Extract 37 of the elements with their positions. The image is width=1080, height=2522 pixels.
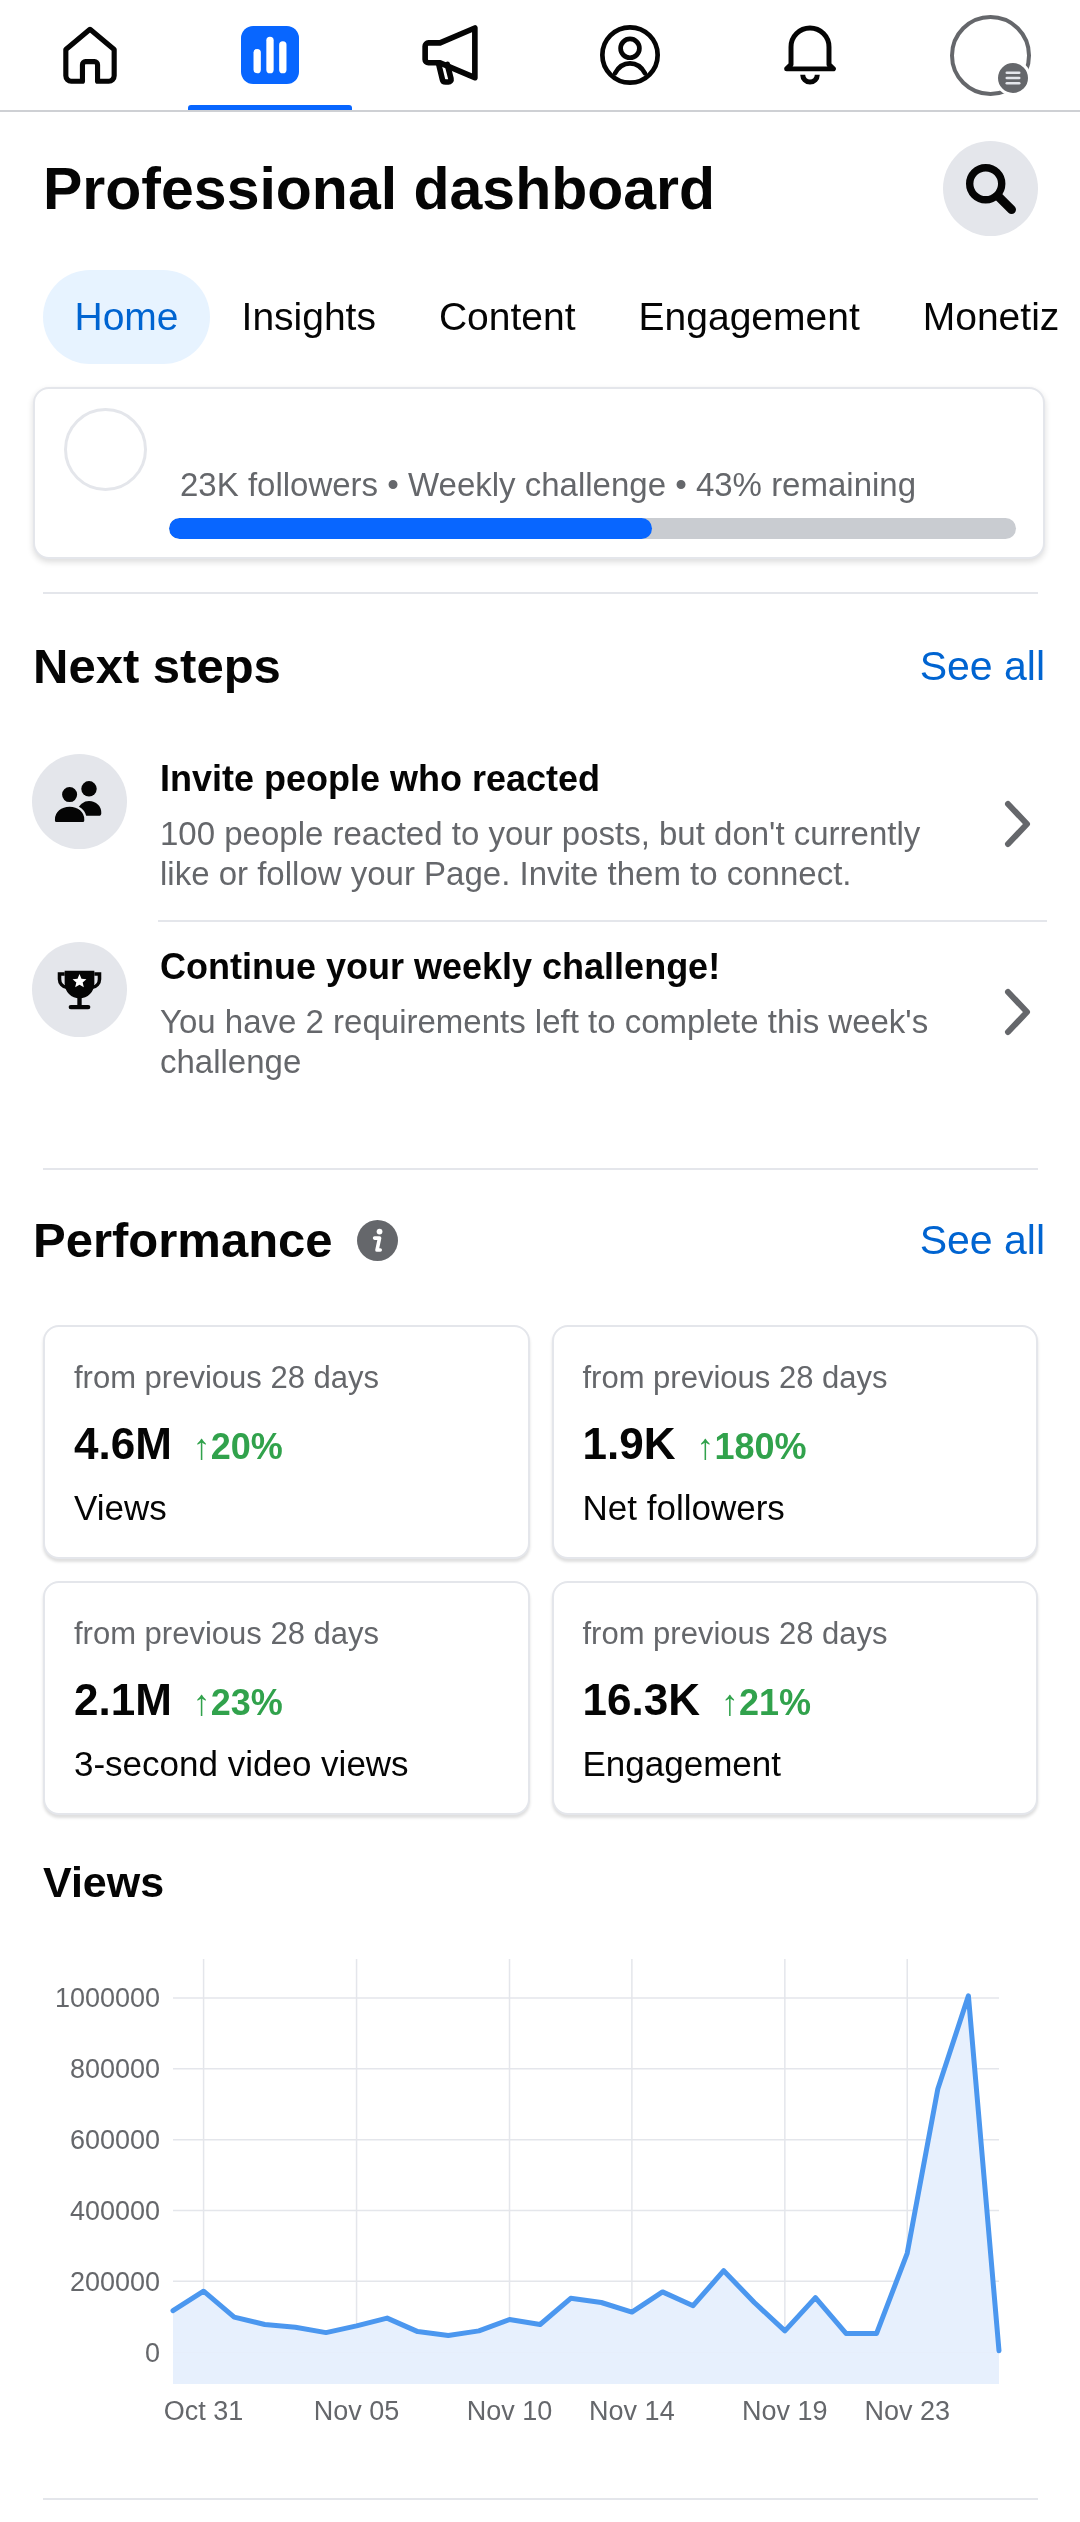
metric-value: 1.9K xyxy=(582,1418,676,1470)
step-title: Invite people who reacted xyxy=(160,757,602,801)
chart-title: Views xyxy=(43,1857,165,1907)
page-title: Professional dashboard xyxy=(43,154,716,224)
x-axis-label: Nov 14 xyxy=(589,2396,675,2426)
section-title: Next steps xyxy=(33,638,281,695)
metric-change: ↑21% xyxy=(720,1681,811,1725)
metric-label: Views xyxy=(74,1487,168,1529)
y-axis-label: 800000 xyxy=(69,2054,160,2085)
comparison-period: from previous 28 days xyxy=(74,1616,380,1652)
x-axis-label: Oct 31 xyxy=(163,2396,244,2426)
y-axis-label: 0 xyxy=(144,2337,160,2368)
section-title: Performance xyxy=(33,1212,333,1269)
x-axis-label: Nov 05 xyxy=(313,2396,400,2426)
comparison-period: from previous 28 days xyxy=(582,1360,889,1396)
comparison-period: from previous 28 days xyxy=(74,1360,380,1396)
comparison-period: from previous 28 days xyxy=(582,1616,889,1652)
x-axis-label: Nov 10 xyxy=(466,2396,553,2426)
step-description: You have 2 requirements left to complete this week's challenge xyxy=(160,1002,930,1082)
y-axis-label: 600000 xyxy=(69,2125,160,2156)
x-axis-label: Nov 23 xyxy=(864,2396,950,2426)
metric-value: 4.6M xyxy=(74,1418,172,1470)
metric-label: Net followers xyxy=(582,1487,786,1529)
step-description: 100 people reacted to your posts, but don't currently like or follow your Page. Invite them to connect. xyxy=(160,814,922,894)
follower-summary: 23K followers • Weekly challenge • 43% remaining xyxy=(179,465,918,505)
y-axis-label: 400000 xyxy=(69,2195,160,2226)
metric-change: ↑180% xyxy=(696,1425,807,1469)
y-axis-label: 200000 xyxy=(69,2266,160,2297)
metric-label: Engagement xyxy=(582,1743,782,1785)
x-axis-label: Nov 19 xyxy=(742,2396,828,2426)
metric-value: 2.1M xyxy=(74,1674,172,1726)
metric-change: ↑23% xyxy=(192,1681,283,1725)
y-axis-label: 1000000 xyxy=(54,1983,160,2014)
step-title: Continue your weekly challenge! xyxy=(160,945,722,989)
metric-value: 16.3K xyxy=(582,1674,700,1726)
metric-change: ↑20% xyxy=(192,1425,283,1469)
metric-label: 3-second video views xyxy=(74,1743,410,1785)
